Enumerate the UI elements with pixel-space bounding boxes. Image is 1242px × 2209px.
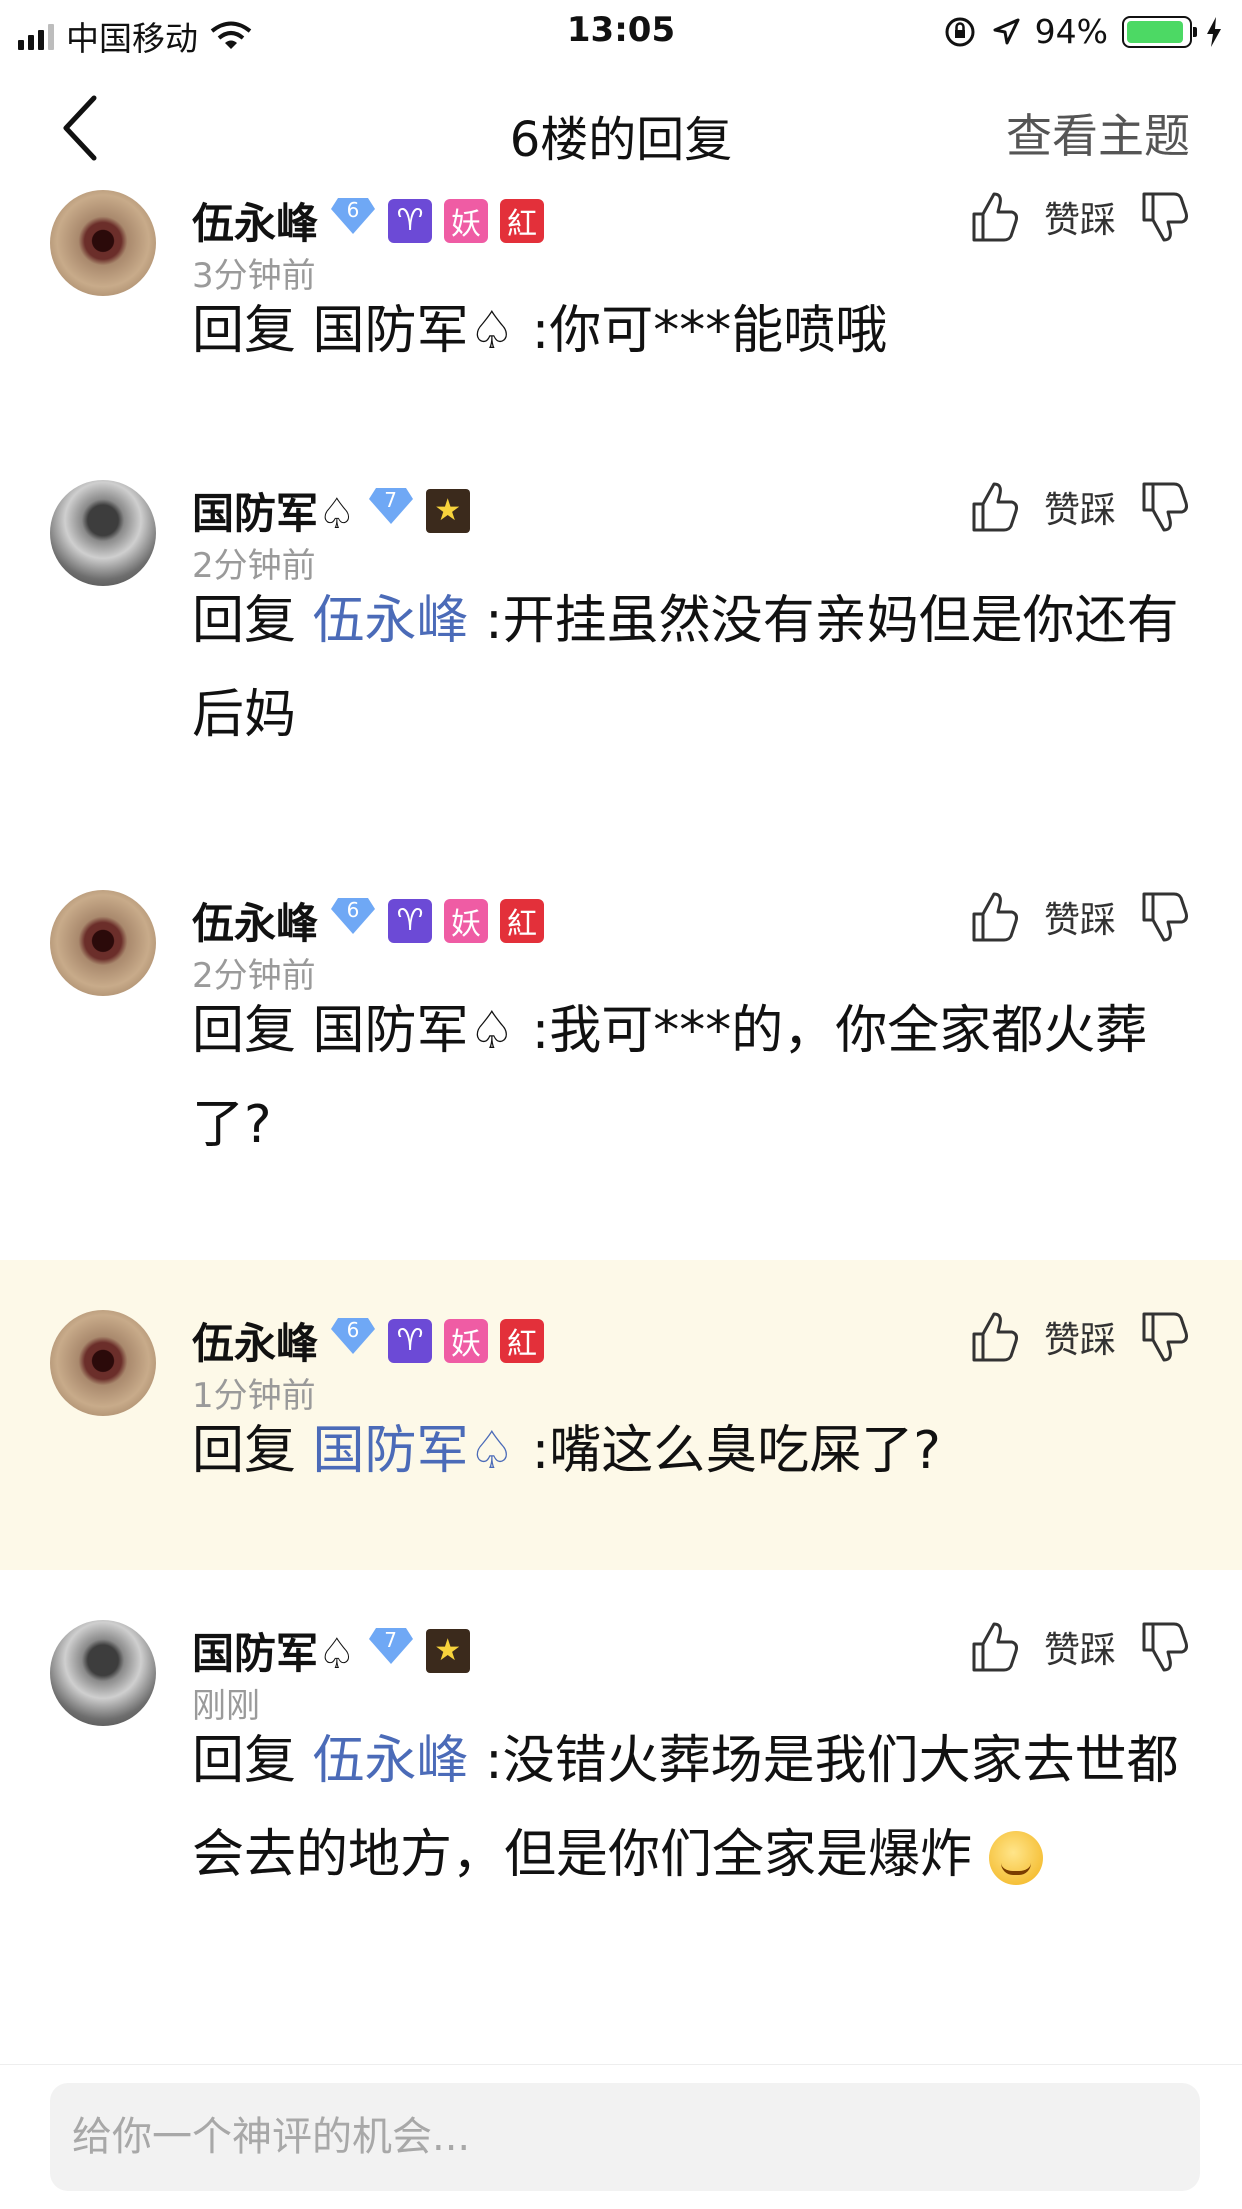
thumb-down-icon[interactable] [1140,1310,1190,1364]
avatar[interactable] [50,1310,156,1416]
username-row: 伍永峰 6 ♈ 妖 紅 [192,890,545,951]
thumb-up-icon[interactable] [970,890,1020,944]
orientation-lock-icon [945,17,975,46]
comment-item: 国防军♤ 7 ★ 刚刚 赞踩 回复 伍永峰 :没错火葬场是我们大家去世都会去的地… [0,1620,1242,2060]
diamond-level-icon: 6 [330,196,376,246]
level-number: 6 [346,197,360,222]
username[interactable]: 国防军♤ [192,480,356,541]
avatar[interactable] [50,890,156,996]
nav-bar: 6楼的回复 查看主题 [0,62,1242,190]
level-number: 6 [346,897,360,922]
username-row: 国防军♤ 7 ★ [192,1620,470,1681]
diamond-level-icon: 7 [368,486,414,536]
reply-prefix: 回复 [192,591,297,651]
thumb-down-icon[interactable] [1140,190,1190,244]
level-number: 7 [384,487,398,512]
smile-emoji-icon [988,1831,1043,1885]
mention[interactable]: 伍永峰 [313,591,469,651]
username[interactable]: 伍永峰 [192,890,318,951]
aries-badge: ♈ [388,1318,433,1363]
comment-item: 国防军♤ 7 ★ 2分钟前 赞踩 回复 伍永峰 :开挂虽然没有亲妈但是你还有后妈 [0,480,1242,890]
username[interactable]: 伍永峰 [192,1310,318,1371]
mention[interactable]: 国防军♤ [313,1421,516,1481]
mention[interactable]: 国防军♤ [313,301,516,361]
hong-badge: 紅 [500,198,545,243]
star-medal-badge: ★ [425,1628,470,1673]
like-dislike-label: 赞踩 [1043,490,1116,531]
vote-actions: 赞踩 [970,190,1190,244]
like-dislike-label: 赞踩 [1043,1320,1116,1361]
comment-text: 回复 国防军♤ :嘴这么臭吃屎了? [192,1404,1192,1498]
yao-badge: 妖 [444,898,489,943]
username-row: 伍永峰 6 ♈ 妖 紅 [192,190,545,251]
reply-prefix: 回复 [192,301,297,361]
thumb-down-icon[interactable] [1140,480,1190,534]
like-dislike-label: 赞踩 [1043,900,1116,941]
vote-actions: 赞踩 [970,480,1190,534]
comment-text: 回复 国防军♤ :我可***的，你全家都火葬了? [192,984,1192,1172]
comment-body: :你可***能喷哦 [531,301,888,361]
thumb-up-icon[interactable] [970,190,1020,244]
thumb-up-icon[interactable] [970,1310,1020,1364]
comment-text: 回复 国防军♤ :你可***能喷哦 [192,284,1192,378]
star-icon: ★ [434,1633,462,1668]
level-number: 6 [346,1317,360,1342]
comment-item: 伍永峰 6 ♈ 妖 紅 3分钟前 赞踩 回复 国防军♤ :你可***能喷哦 [0,190,1242,480]
reply-prefix: 回复 [192,1731,297,1791]
star-icon: ★ [434,493,462,528]
battery-percent: 94% [1034,12,1108,51]
battery-icon [1122,15,1197,48]
diamond-level-icon: 6 [330,896,376,946]
username-row: 伍永峰 6 ♈ 妖 紅 [192,1310,545,1371]
yao-badge: 妖 [444,198,489,243]
username-row: 国防军♤ 7 ★ [192,480,470,541]
comment-input-bar [0,2064,1242,2209]
thumb-up-icon[interactable] [970,1620,1020,1674]
comment-body: :嘴这么臭吃屎了? [531,1421,941,1481]
username[interactable]: 伍永峰 [192,190,318,251]
thumb-up-icon[interactable] [970,480,1020,534]
hong-badge: 紅 [500,1318,545,1363]
diamond-level-icon: 6 [330,1316,376,1366]
hong-badge: 紅 [500,898,545,943]
vote-actions: 赞踩 [970,890,1190,944]
avatar[interactable] [50,480,156,586]
aries-badge: ♈ [388,898,433,943]
status-right: 94% [943,12,1222,51]
reply-prefix: 回复 [192,1421,297,1481]
diamond-level-icon: 7 [368,1626,414,1676]
comment-item: 伍永峰 6 ♈ 妖 紅 2分钟前 赞踩 回复 国防军♤ :我可***的，你全家都… [0,890,1242,1260]
mention[interactable]: 伍永峰 [313,1731,469,1791]
comment-input[interactable] [50,2083,1200,2191]
avatar[interactable] [50,1620,156,1726]
charging-bolt-icon [1207,16,1221,47]
reply-prefix: 回复 [192,1001,297,1061]
thumb-down-icon[interactable] [1140,890,1190,944]
status-bar: 中国移动 13:05 94% [0,0,1242,62]
comment-text: 回复 伍永峰 :没错火葬场是我们大家去世都会去的地方，但是你们全家是爆炸 [192,1714,1192,1902]
username[interactable]: 国防军♤ [192,1620,356,1681]
vote-actions: 赞踩 [970,1310,1190,1364]
star-medal-badge: ★ [425,488,470,533]
like-dislike-label: 赞踩 [1043,1630,1116,1671]
mention[interactable]: 国防军♤ [313,1001,516,1061]
comment-text: 回复 伍永峰 :开挂虽然没有亲妈但是你还有后妈 [192,574,1192,762]
aries-badge: ♈ [388,198,433,243]
avatar[interactable] [50,190,156,296]
thumb-down-icon[interactable] [1140,1620,1190,1674]
location-arrow-icon [993,18,1020,44]
vote-actions: 赞踩 [970,1620,1190,1674]
view-topic-link[interactable]: 查看主题 [1006,100,1190,166]
comment-item-highlighted: 伍永峰 6 ♈ 妖 紅 1分钟前 赞踩 回复 国防军♤ :嘴这么臭吃屎了? [0,1260,1242,1570]
level-number: 7 [384,1627,398,1652]
yao-badge: 妖 [444,1318,489,1363]
like-dislike-label: 赞踩 [1043,200,1116,241]
